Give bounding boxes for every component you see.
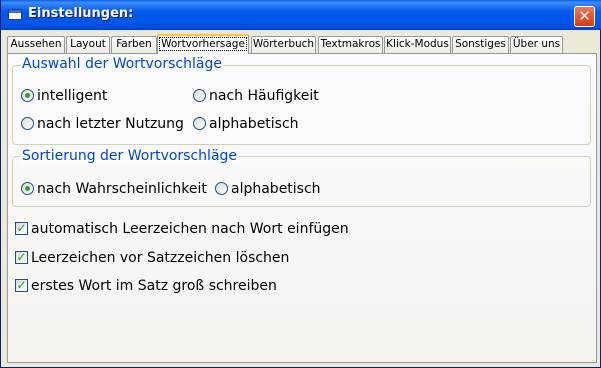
selection-group-title: Auswahl der Wortvorschläge (20, 56, 224, 72)
checkbox-gross-schreiben-label[interactable]: erstes Wort im Satz groß schreiben (31, 278, 277, 294)
radio-nach-haeufigkeit-label[interactable]: nach Häufigkeit (209, 88, 319, 104)
checkbox-leerzeichen-loeschen-label[interactable]: Leerzeichen vor Satzzeichen löschen (31, 250, 289, 266)
tab-klick-modus[interactable]: Klick-Modus (384, 36, 451, 53)
radio-nach-wahrscheinlichkeit-label[interactable]: nach Wahrscheinlichkeit (37, 181, 207, 197)
checkbox-leerzeichen-loeschen[interactable]: ✓ (15, 251, 28, 264)
selection-group (12, 65, 591, 145)
tab-ueber-uns[interactable]: Über uns (510, 36, 563, 53)
tab-aussehen[interactable]: Aussehen (7, 36, 65, 53)
radio-alphabetisch-auswahl-label[interactable]: alphabetisch (209, 116, 299, 132)
tab-sonstiges[interactable]: Sonstiges (452, 36, 509, 53)
radio-nach-letzter-nutzung[interactable] (21, 117, 34, 130)
radio-nach-wahrscheinlichkeit[interactable] (21, 182, 34, 195)
tab-woerterbuch[interactable]: Wörterbuch (251, 36, 316, 53)
radio-alphabetisch-auswahl[interactable] (193, 117, 206, 130)
radio-alphabetisch-sortierung-label[interactable]: alphabetisch (231, 181, 321, 197)
radio-nach-letzter-nutzung-label[interactable]: nach letzter Nutzung (37, 116, 184, 132)
radio-nach-haeufigkeit[interactable] (193, 89, 206, 102)
tab-wortvorhersage[interactable]: Wortvorhersage (157, 34, 249, 54)
tab-panel-wortvorhersage: Auswahl der Wortvorschläge intelligent n… (7, 53, 597, 363)
radio-alphabetisch-sortierung[interactable] (215, 182, 228, 195)
checkbox-auto-leerzeichen[interactable]: ✓ (15, 222, 28, 235)
tab-layout[interactable]: Layout (66, 36, 110, 53)
close-button[interactable]: ✕ (574, 6, 595, 27)
tab-textmakros[interactable]: Textmakros (318, 36, 383, 53)
radio-intelligent-label[interactable]: intelligent (37, 88, 107, 104)
checkbox-auto-leerzeichen-label[interactable]: automatisch Leerzeichen nach Wort einfüg… (31, 221, 349, 237)
title-bar[interactable]: Einstellungen: ✕ (1, 0, 601, 30)
settings-window: Einstellungen: ✕ Aussehen Layout Farben … (0, 0, 601, 368)
sort-group-title: Sortierung der Wortvorschläge (20, 148, 240, 164)
tab-wortvorhersage-label: Wortvorhersage (159, 37, 247, 51)
tab-farben[interactable]: Farben (111, 36, 157, 53)
window-title: Einstellungen: (28, 6, 134, 21)
window-icon (8, 9, 22, 20)
checkbox-gross-schreiben[interactable]: ✓ (15, 279, 28, 292)
radio-intelligent[interactable] (21, 89, 34, 102)
